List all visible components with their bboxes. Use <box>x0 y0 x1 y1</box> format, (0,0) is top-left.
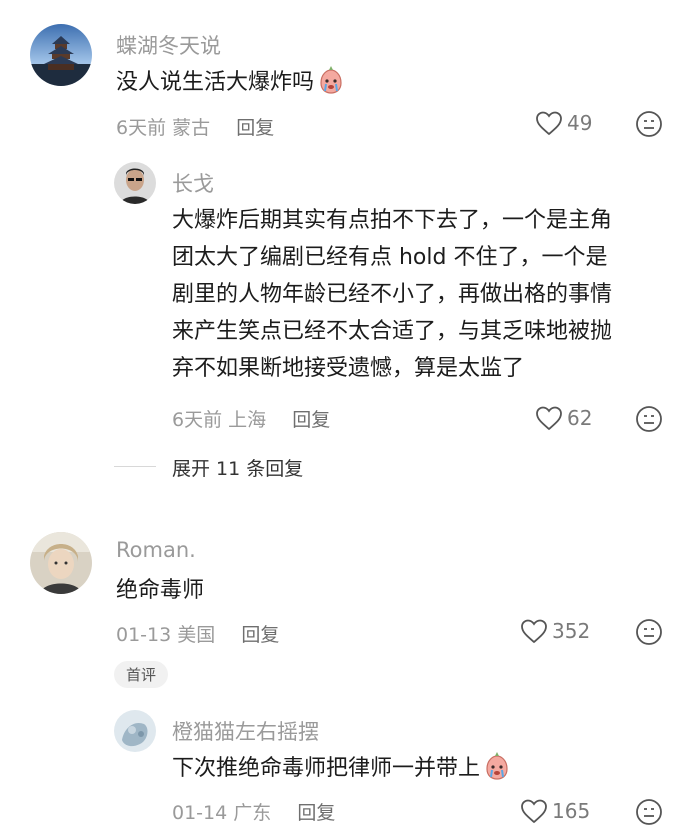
meh-face-icon <box>636 619 662 645</box>
reply-text-line: 来产生笑点已经不太合适了，与其乏味地被抛 <box>172 319 613 344</box>
timestamp: 6天前 <box>116 117 167 139</box>
timestamp: 01-14 <box>172 802 228 824</box>
location: 上海 <box>228 409 267 431</box>
reply-text-line: 大爆炸后期其实有点拍不下去了，一个是主角 <box>172 208 613 233</box>
like-count: 165 <box>552 799 591 823</box>
username[interactable]: Roman. <box>116 538 196 562</box>
reply-text-line: 弃不如果断地接受遗憾，算是太监了 <box>172 356 525 381</box>
comment-meta: 01-13 美国 回复 <box>116 620 279 647</box>
reply-avatar[interactable] <box>114 710 156 752</box>
like-button[interactable]: 165 <box>520 798 590 824</box>
reply-button[interactable]: 回复 <box>297 802 335 824</box>
like-count: 62 <box>567 406 593 430</box>
like-button[interactable]: 62 <box>535 405 592 431</box>
reply-text-body: 下次推绝命毒师把律师一并带上 <box>172 756 481 781</box>
heart-icon <box>521 799 547 824</box>
expand-replies-button[interactable]: 展开 11 条回复 <box>172 454 303 481</box>
username[interactable]: 橙猫猫左右摇摆 <box>172 716 319 746</box>
reply-button[interactable]: 回复 <box>241 624 279 646</box>
dislike-button[interactable] <box>635 405 663 437</box>
meh-face-icon <box>636 406 662 432</box>
like-button[interactable]: 352 <box>520 618 590 644</box>
comment-text: 没人说生活大爆炸吗 <box>116 64 346 101</box>
meh-face-icon <box>636 799 662 825</box>
reply-meta: 01-14 广东 回复 <box>172 798 335 825</box>
reply-text: 大爆炸后期其实有点拍不下去了，一个是主角 团太大了编剧已经有点 hold 不住了… <box>172 202 672 387</box>
comment-meta: 6天前 蒙古 回复 <box>116 113 274 140</box>
meh-face-icon <box>636 111 662 137</box>
crying-face-sticker-icon <box>482 751 512 781</box>
like-count: 352 <box>552 619 591 643</box>
dislike-button[interactable] <box>635 618 663 650</box>
dislike-button[interactable] <box>635 110 663 142</box>
crying-face-sticker-icon <box>316 65 346 95</box>
reply-text-line: 剧里的人物年龄已经不小了，再做出格的事情 <box>172 282 613 307</box>
first-comment-badge: 首评 <box>114 661 169 688</box>
avatar[interactable] <box>30 532 92 594</box>
comment-text-body: 没人说生活大爆炸吗 <box>116 70 315 95</box>
location: 美国 <box>177 624 216 646</box>
timestamp: 01-13 <box>116 624 172 646</box>
username[interactable]: 长戈 <box>172 168 214 198</box>
reply-button[interactable]: 回复 <box>292 409 330 431</box>
reply-button[interactable]: 回复 <box>236 117 274 139</box>
reply-text-line: 团太大了编剧已经有点 hold 不住了，一个是 <box>172 245 608 270</box>
timestamp: 6天前 <box>172 409 223 431</box>
like-count: 49 <box>567 111 593 135</box>
heart-icon <box>536 406 562 431</box>
location: 蒙古 <box>172 117 211 139</box>
heart-icon <box>536 111 562 136</box>
reply-avatar[interactable] <box>114 162 156 204</box>
expand-divider <box>114 466 156 467</box>
reply-meta: 6天前 上海 回复 <box>172 405 330 432</box>
avatar[interactable] <box>30 24 92 86</box>
username[interactable]: 蝶湖冬天说 <box>116 30 221 60</box>
location: 广东 <box>233 802 272 824</box>
heart-icon <box>521 619 547 644</box>
dislike-button[interactable] <box>635 798 663 830</box>
comment-text: 绝命毒师 <box>116 578 205 603</box>
reply-text: 下次推绝命毒师把律师一并带上 <box>172 750 512 787</box>
like-button[interactable]: 49 <box>535 110 592 136</box>
